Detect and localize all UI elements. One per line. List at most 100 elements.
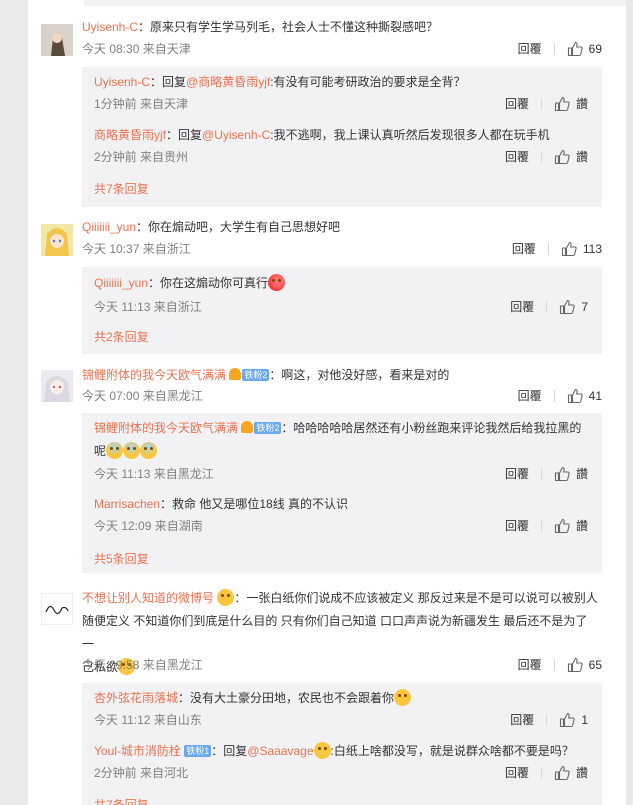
- more-replies-link[interactable]: 共5条回复: [94, 550, 149, 567]
- reply-mention[interactable]: @Uyisenh-C: [202, 128, 270, 142]
- comment-time: 今天 10:37 来自浙江: [82, 242, 191, 256]
- thumbs-up-icon: [561, 241, 577, 257]
- reply-button[interactable]: 回覆: [505, 763, 529, 783]
- thumbs-up-icon: [560, 712, 576, 728]
- divider: [553, 390, 555, 402]
- comment-username[interactable]: Qiiiiiii_yun: [82, 220, 136, 234]
- fan-badge[interactable]: 铁粉2: [242, 369, 270, 381]
- like-count: 41: [588, 389, 602, 403]
- thumbs-up-icon: [567, 657, 583, 673]
- like-button[interactable]: 讚: [554, 516, 588, 536]
- comment-time: 今天 07:00 来自黑龙江: [82, 389, 203, 403]
- reply-username[interactable]: 商略黄昏雨yjf: [94, 128, 166, 142]
- like-button[interactable]: 讚: [554, 464, 588, 484]
- like-label: 讚: [575, 766, 588, 780]
- reply-username[interactable]: 杏外弦花雨落城: [94, 691, 178, 705]
- more-replies-link[interactable]: 共7条回复: [94, 180, 149, 197]
- reply-item: 商略黄昏雨yjf：回复@Uyisenh-C:我不逃啊，我上课认真听然后发现很多人…: [94, 124, 588, 165]
- divider: [547, 243, 549, 255]
- like-count: 69: [588, 42, 602, 56]
- thumbs-up-icon: [567, 41, 583, 57]
- comment-username[interactable]: Uyisenh-C: [82, 20, 138, 34]
- crown-icon: [241, 421, 254, 433]
- reply-meta: 今天 11:12 来自山东 回覆 1: [94, 710, 588, 730]
- reply-prefix: ：回复: [211, 744, 248, 758]
- reply-button[interactable]: 回覆: [518, 386, 542, 406]
- like-button[interactable]: 69: [567, 39, 602, 59]
- reply-body: :有没有可能考研政治的要求是全背？: [270, 75, 466, 89]
- reply-mention[interactable]: @Saaavage: [247, 744, 313, 758]
- reply-username[interactable]: Youl-城市消防栓: [94, 744, 181, 758]
- avatar[interactable]: [41, 224, 73, 256]
- fan-badge[interactable]: 铁粉2: [254, 422, 282, 434]
- reply-button[interactable]: 回覆: [505, 516, 529, 536]
- more-replies-link[interactable]: 共7条回复: [94, 796, 149, 805]
- reply-body: :白纸上啥都没写，就是说群众啥都不要是吗？: [330, 744, 574, 758]
- like-button[interactable]: 113: [561, 239, 602, 259]
- like-label: 讚: [575, 467, 588, 481]
- reply-meta: 2分钟前 来自贵州 回覆 讚: [94, 147, 588, 167]
- comment-text: Uyisenh-C：原来只有学生学马列毛，社会人士不懂这种撕裂感吧？: [82, 16, 598, 39]
- comment-meta: 今天 08:30 来自天津 回覆 69: [82, 39, 602, 59]
- avatar[interactable]: [41, 593, 73, 625]
- comment-username[interactable]: 不想让别人知道的微博号: [82, 591, 214, 605]
- like-button[interactable]: 讚: [554, 147, 588, 167]
- reply-meta: 今天 11:13 来自黑龙江 回覆 讚: [94, 464, 588, 484]
- reply-button[interactable]: 回覆: [505, 94, 529, 114]
- like-button[interactable]: 65: [567, 655, 602, 675]
- reply-button[interactable]: 回覆: [505, 464, 529, 484]
- reply-meta: 今天 11:13 来自浙江 回覆 7: [94, 297, 588, 317]
- more-replies-link[interactable]: 共2条回复: [94, 328, 149, 345]
- reply-body: ：哈哈哈哈哈居然还有小粉丝跑来评论我然后给我拉黑的: [281, 421, 582, 435]
- crown-icon: [229, 368, 242, 380]
- reply-username[interactable]: Uyisenh-C: [94, 75, 150, 89]
- like-button[interactable]: 讚: [554, 763, 588, 783]
- avatar-image-icon: [41, 370, 73, 402]
- reply-button[interactable]: 回覆: [512, 239, 536, 259]
- reply-button[interactable]: 回覆: [510, 297, 534, 317]
- avatar[interactable]: [41, 24, 73, 56]
- reply-username[interactable]: 锦鲤附体的我今天欧气满满: [94, 421, 238, 435]
- reply-meta: 2分钟前 来自河北 回覆 讚: [94, 763, 588, 783]
- fan-badge[interactable]: 铁粉1: [184, 745, 212, 757]
- reply-body: ：你在这煽动你可真行: [148, 276, 269, 290]
- reply-username[interactable]: Qiiiiiii_yun: [94, 276, 148, 290]
- divider: [540, 767, 542, 779]
- like-button[interactable]: 讚: [554, 94, 588, 114]
- reply-time: 1分钟前 来自天津: [94, 97, 189, 111]
- thumbs-up-icon: [567, 388, 583, 404]
- reply-box: 锦鲤附体的我今天欧气满满 铁粉2 ：哈哈哈哈哈居然还有小粉丝跑来评论我然后给我拉黑…: [82, 413, 602, 573]
- reply-box: 杏外弦花雨落城：没有大土豪分田地，农民也不会跟着你 今天 11:12 来自山东 …: [82, 683, 602, 805]
- heart-eyes-emoji-icon: [268, 274, 286, 291]
- like-button[interactable]: 1: [559, 710, 588, 730]
- reply-button[interactable]: 回覆: [510, 710, 534, 730]
- reply-time: 今天 11:12 来自山东: [94, 713, 202, 727]
- reply-button[interactable]: 回覆: [505, 147, 529, 167]
- reply-time: 今天 11:13 来自浙江: [94, 300, 202, 314]
- comment-meta: 今天 09:58 来自黑龙江 回覆 65: [82, 655, 602, 675]
- emoji-icon: [217, 589, 235, 606]
- comment-username[interactable]: 锦鲤附体的我今天欧气满满: [82, 368, 226, 382]
- divider: [540, 520, 542, 532]
- like-count: 113: [582, 242, 602, 256]
- reply-button[interactable]: 回覆: [518, 655, 542, 675]
- avatar[interactable]: [41, 370, 73, 402]
- reply-meta: 1分钟前 来自天津 回覆 讚: [94, 94, 588, 114]
- page-gutter: [626, 0, 633, 805]
- comment-meta: 今天 10:37 来自浙江 回覆 113: [82, 239, 602, 259]
- reply-item: Youl-城市消防栓 铁粉1 ：回复@Saaavage :白纸上啥都没写，就是说群众…: [94, 740, 588, 781]
- like-label: 讚: [575, 519, 588, 533]
- reply-button[interactable]: 回覆: [518, 39, 542, 59]
- thumbs-up-icon: [554, 765, 570, 781]
- divider: [540, 151, 542, 163]
- reply-body: :我不逃啊，我上课认真听然后发现很多人都在玩手机: [270, 128, 550, 142]
- like-button[interactable]: 41: [567, 386, 602, 406]
- reply-box: Uyisenh-C：回复@商略黄昏雨yjf:有没有可能考研政治的要求是全背？ 1…: [82, 67, 602, 207]
- reply-mention[interactable]: @商略黄昏雨yjf: [186, 75, 270, 89]
- reply-item: Qiiiiiii_yun：你在这煽动你可真行 今天 11:13 来自浙江 回覆 …: [94, 272, 588, 315]
- reply-username[interactable]: Marrisachen: [94, 497, 160, 511]
- comments-panel: Uyisenh-C：原来只有学生学马列毛，社会人士不懂这种撕裂感吧？ 今天 08…: [28, 0, 630, 805]
- like-button[interactable]: 7: [559, 297, 588, 317]
- avatar-signature-icon: [42, 594, 72, 624]
- comment-body-line2: 随便定义 不知道你们到底是什么目的 只有你们自己知道 口口声声说为新疆发生 最后…: [82, 614, 588, 651]
